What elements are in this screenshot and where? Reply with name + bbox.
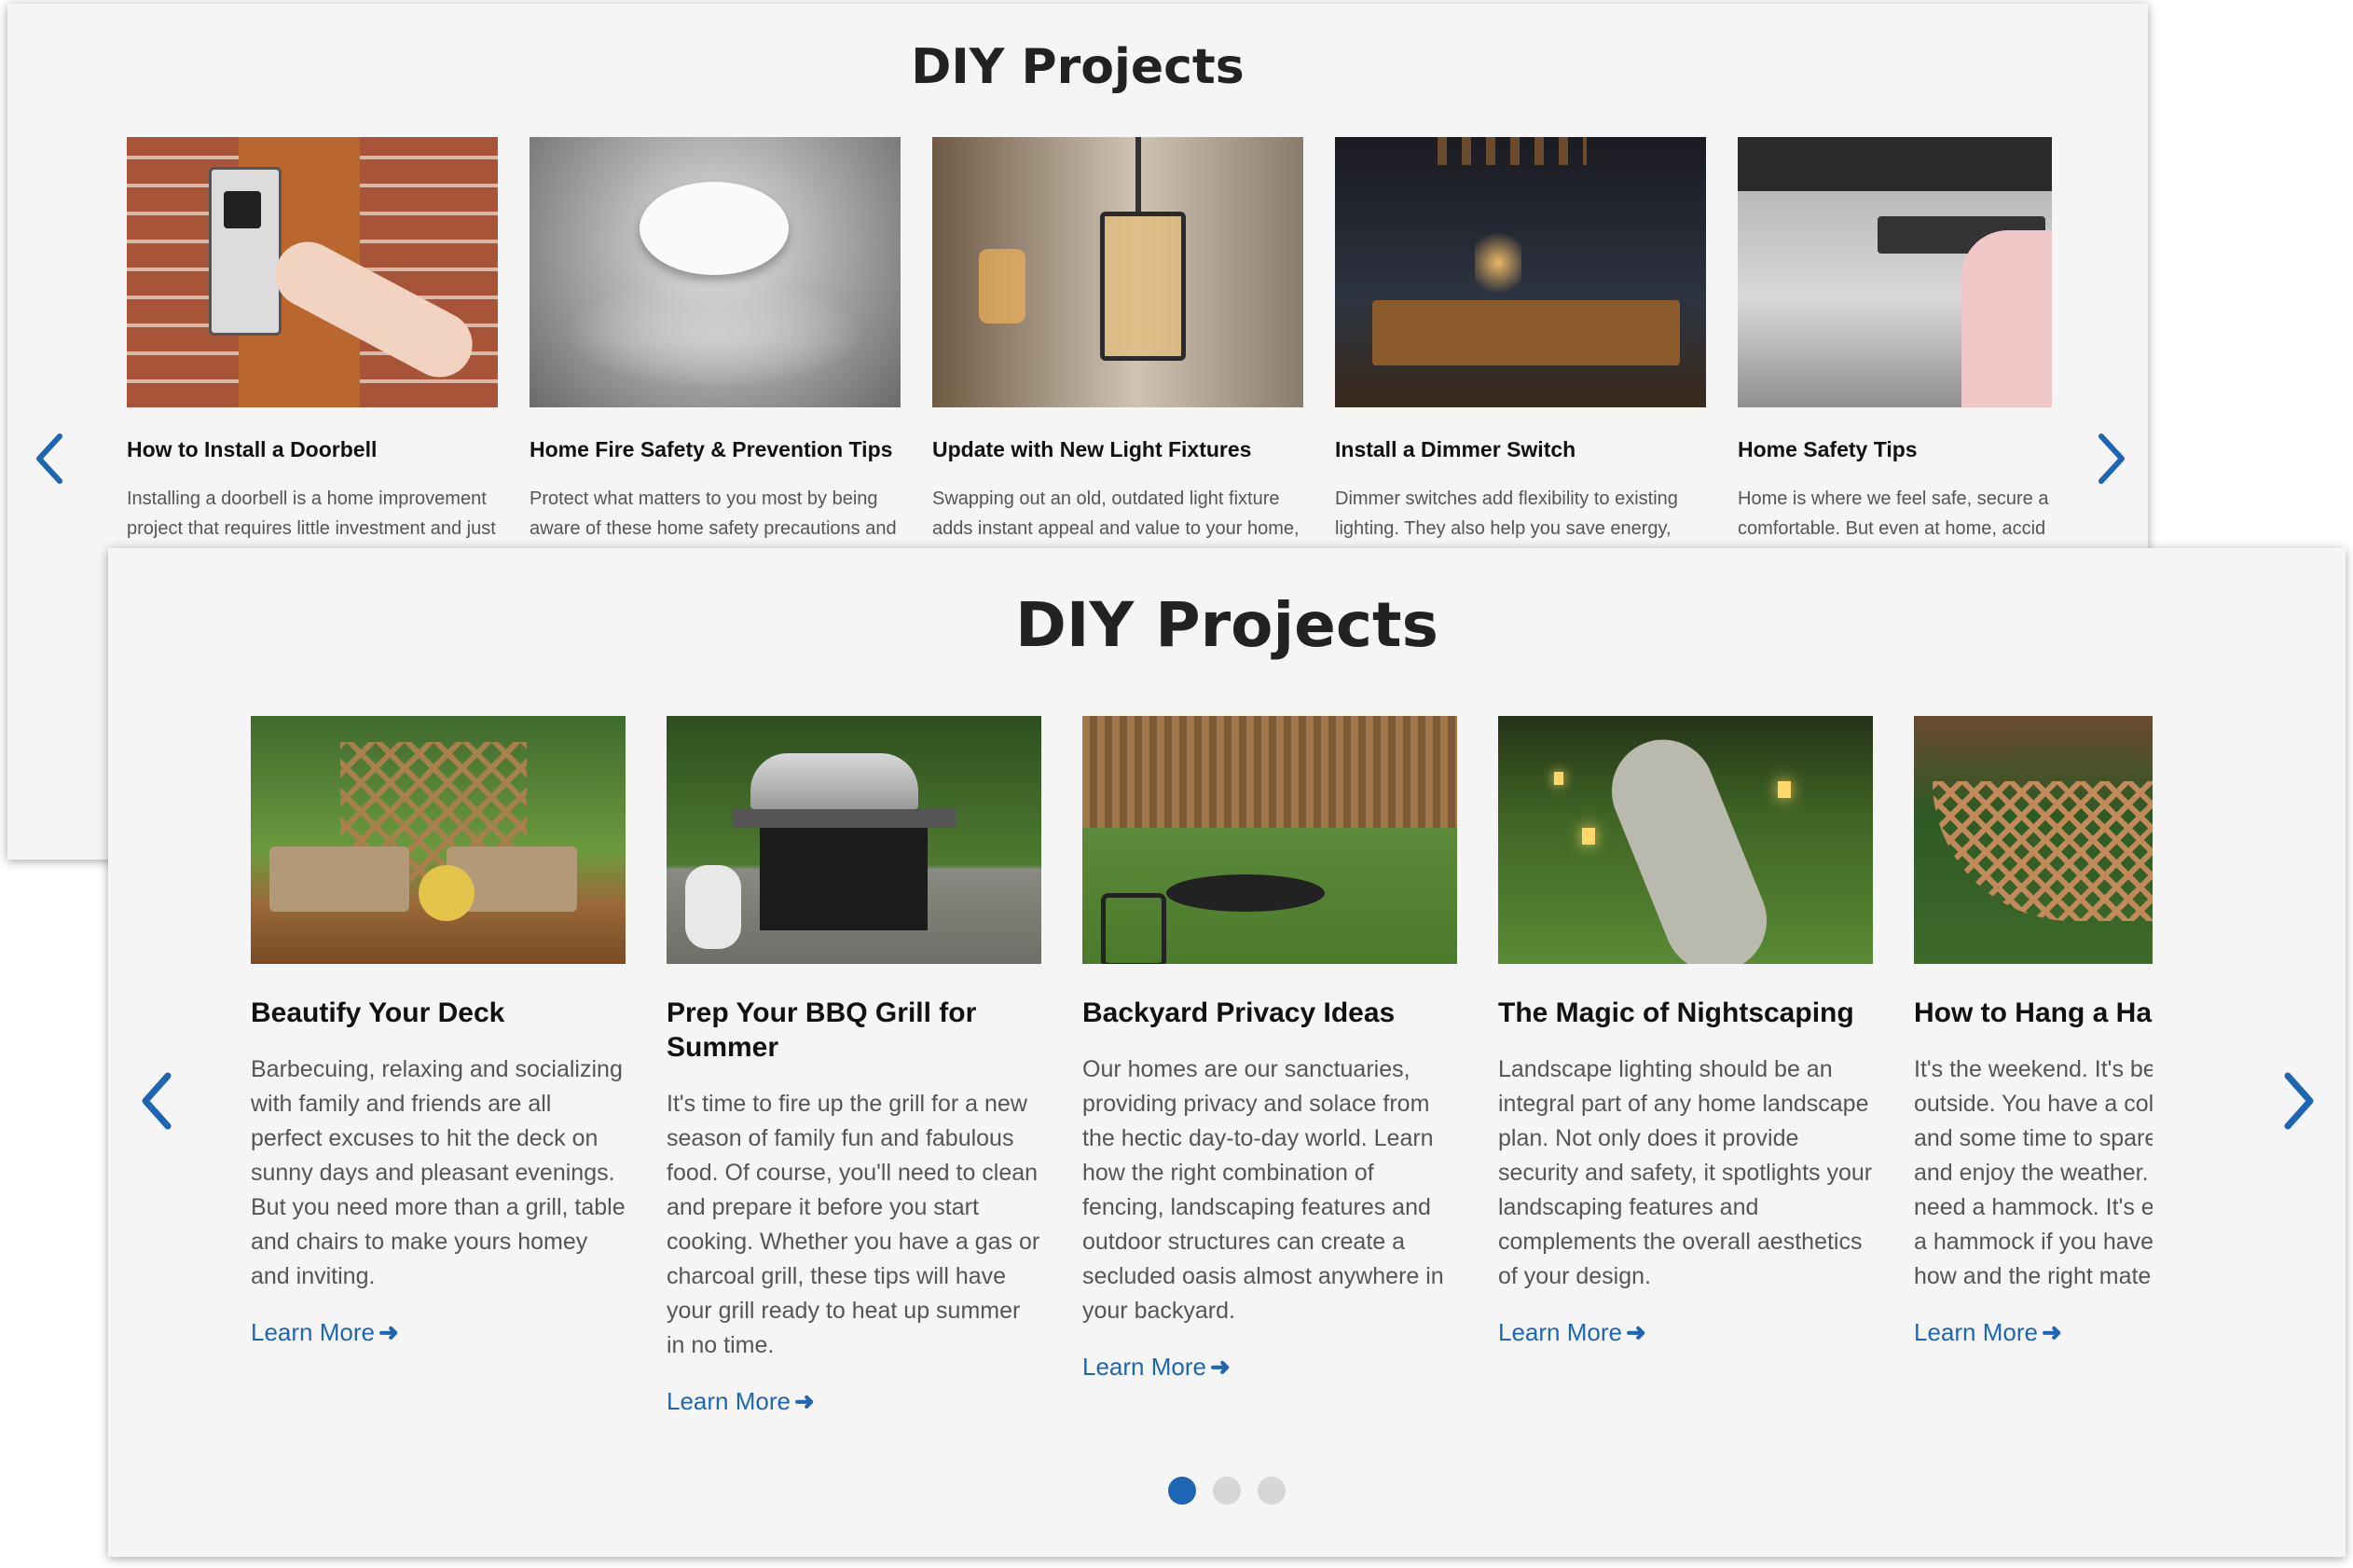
card-title[interactable]: Update with New Light Fixtures [932,435,1303,463]
card-description: Barbecuing, relaxing and socializing wit… [251,1056,626,1289]
deck-furniture-photo[interactable] [251,716,626,964]
learn-more-link[interactable]: Learn More ➜ [1082,1353,1231,1382]
project-card[interactable]: Prep Your BBQ Grill for Summer It's time… [667,716,1041,1416]
project-card[interactable]: How to Hang a Hammock It's the weekend. … [1914,716,2153,1347]
project-card[interactable]: How to Install a Doorbell Installing a d… [127,137,498,543]
project-card[interactable]: Home Safety Tips Home is where we feel s… [1738,137,2052,543]
chevron-left-icon [36,433,62,484]
pendant-light-photo[interactable] [932,137,1303,407]
carousel-track: Beautify Your Deck Barbecuing, relaxing … [251,716,2153,1536]
carousel-pagination [108,1477,2346,1509]
carousel-prev-button[interactable] [136,1068,177,1134]
dining-room-photo[interactable] [1335,137,1706,407]
card-description-line: lighting. They also help you save energy… [1335,518,1672,539]
chevron-right-icon [2098,433,2125,484]
arrow-right-icon: ➜ [2041,1318,2062,1346]
smoke-detector-photo[interactable] [530,137,901,407]
hammock-photo[interactable] [1914,716,2153,964]
card-description-line: aware of these home safety precautions a… [530,518,897,539]
project-card[interactable]: Update with New Light Fixtures Swapping … [932,137,1303,543]
card-title[interactable]: Beautify Your Deck [251,996,626,1030]
carousel-next-button[interactable] [2092,431,2129,487]
learn-more-link[interactable]: Learn More ➜ [667,1387,815,1416]
card-title[interactable]: How to Hang a Hammock [1914,996,2153,1030]
card-title[interactable]: The Magic of Nightscaping [1498,996,1873,1030]
card-description: Our homes are our sanctuaries, providing… [1082,1056,1444,1324]
bbq-grill-photo[interactable] [667,716,1041,964]
arrow-right-icon: ➜ [1625,1318,1646,1346]
section-title: DIY Projects [1015,589,1438,661]
card-description: It's the weekend. It's beautiful outside… [1914,1056,2153,1289]
arrow-right-icon: ➜ [1209,1353,1231,1381]
pagination-dot-3[interactable] [1258,1477,1286,1505]
card-description-line: Installing a doorbell is a home improvem… [127,488,487,509]
card-description: It's time to fire up the grill for a new… [667,1091,1040,1358]
learn-more-link[interactable]: Learn More ➜ [251,1318,399,1347]
project-card[interactable]: Backyard Privacy Ideas Our homes are our… [1082,716,1457,1382]
pagination-dot-1[interactable] [1168,1477,1196,1505]
card-title[interactable]: Prep Your BBQ Grill for Summer [667,996,1041,1065]
pagination-dot-2[interactable] [1213,1477,1241,1505]
project-card[interactable]: Beautify Your Deck Barbecuing, relaxing … [251,716,626,1347]
chevron-left-icon [142,1072,172,1130]
card-description-line: adds instant appeal and value to your ho… [932,518,1300,539]
lit-pathway-photo[interactable] [1498,716,1873,964]
card-title[interactable]: Home Safety Tips [1738,435,2052,463]
card-description-line: Swapping out an old, outdated light fixt… [932,488,1280,509]
section-title: DIY Projects [911,39,1245,95]
learn-more-link[interactable]: Learn More ➜ [1914,1318,2062,1347]
project-card[interactable]: The Magic of Nightscaping Landscape ligh… [1498,716,1873,1347]
project-card[interactable]: Install a Dimmer Switch Dimmer switches … [1335,137,1706,543]
card-description-line: project that requires little investment … [127,518,496,539]
card-title[interactable]: How to Install a Doorbell [127,435,498,463]
carousel-next-button[interactable] [2278,1068,2319,1134]
card-description-line: comfortable. But even at home, accid [1738,518,2046,539]
card-title[interactable]: Home Fire Safety & Prevention Tips [530,435,901,463]
card-description: Landscape lighting should be an integral… [1498,1056,1873,1289]
diy-carousel-front: DIY Projects Beautify Your Deck Barbecui… [108,548,2346,1557]
learn-more-label: Learn More [1082,1353,1206,1381]
card-description-line: Dimmer switches add flexibility to exist… [1335,488,1678,509]
card-title[interactable]: Backyard Privacy Ideas [1082,996,1457,1030]
arrow-right-icon: ➜ [793,1387,815,1415]
backyard-patio-photo[interactable] [1082,716,1457,964]
learn-more-label: Learn More [1498,1318,1622,1346]
arrow-right-icon: ➜ [378,1318,399,1346]
card-title[interactable]: Install a Dimmer Switch [1335,435,1706,463]
learn-more-label: Learn More [1914,1318,2038,1346]
card-description-line: Protect what matters to you most by bein… [530,488,878,509]
project-card[interactable]: Home Fire Safety & Prevention Tips Prote… [530,137,901,543]
chevron-right-icon [2284,1072,2314,1130]
learn-more-link[interactable]: Learn More ➜ [1498,1318,1646,1347]
card-description-line: Home is where we feel safe, secure a [1738,488,2049,509]
learn-more-label: Learn More [251,1318,375,1346]
doorbell-photo[interactable] [127,137,498,407]
learn-more-label: Learn More [667,1387,791,1415]
carousel-prev-button[interactable] [32,431,69,487]
oven-child-photo[interactable] [1738,137,2052,407]
